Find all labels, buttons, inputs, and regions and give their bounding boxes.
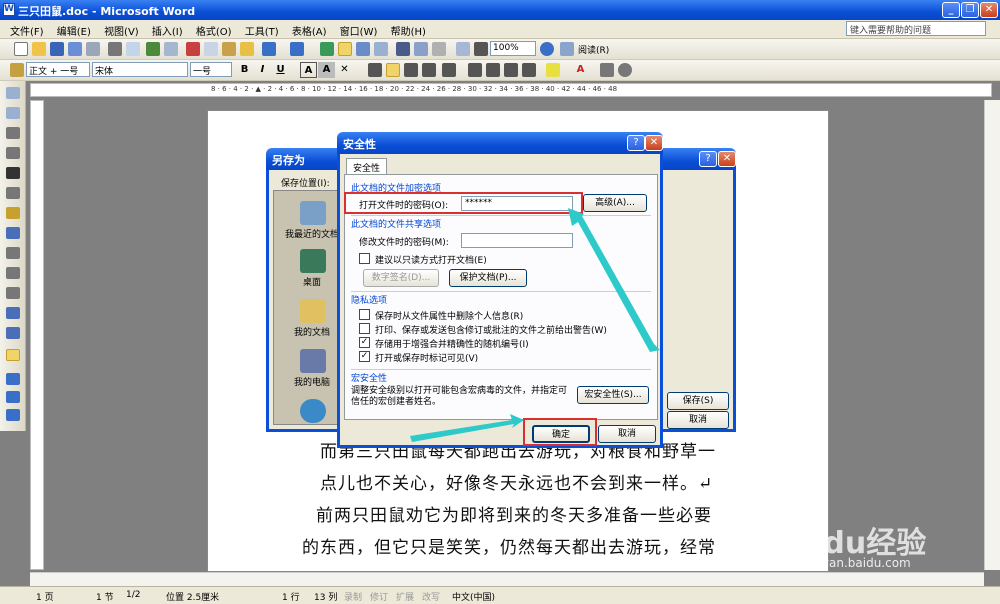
status-record[interactable]: 录制 [344,590,362,603]
status-track[interactable]: 修订 [370,590,388,603]
arrow-to-password [568,208,660,352]
annotation-arrows [410,208,660,442]
baidu-url: jingyan.baidu.com [800,556,911,570]
status-page: 1 页 [36,593,54,603]
status-column: 13 列 [314,593,338,603]
status-pages: 1/2 [126,590,141,600]
status-section: 1 节 [96,593,114,603]
status-extend[interactable]: 扩展 [396,590,414,603]
status-bar: 1 页 1 节 1/2 位置 2.5厘米 1 行 13 列 录制 修订 扩展 改… [0,586,1000,604]
status-position: 位置 2.5厘米 [166,593,220,603]
status-line: 1 行 [282,593,300,603]
arrow-to-ok [410,414,524,442]
status-overtype[interactable]: 改写 [422,590,440,603]
status-language: 中文(中国) [452,593,496,603]
